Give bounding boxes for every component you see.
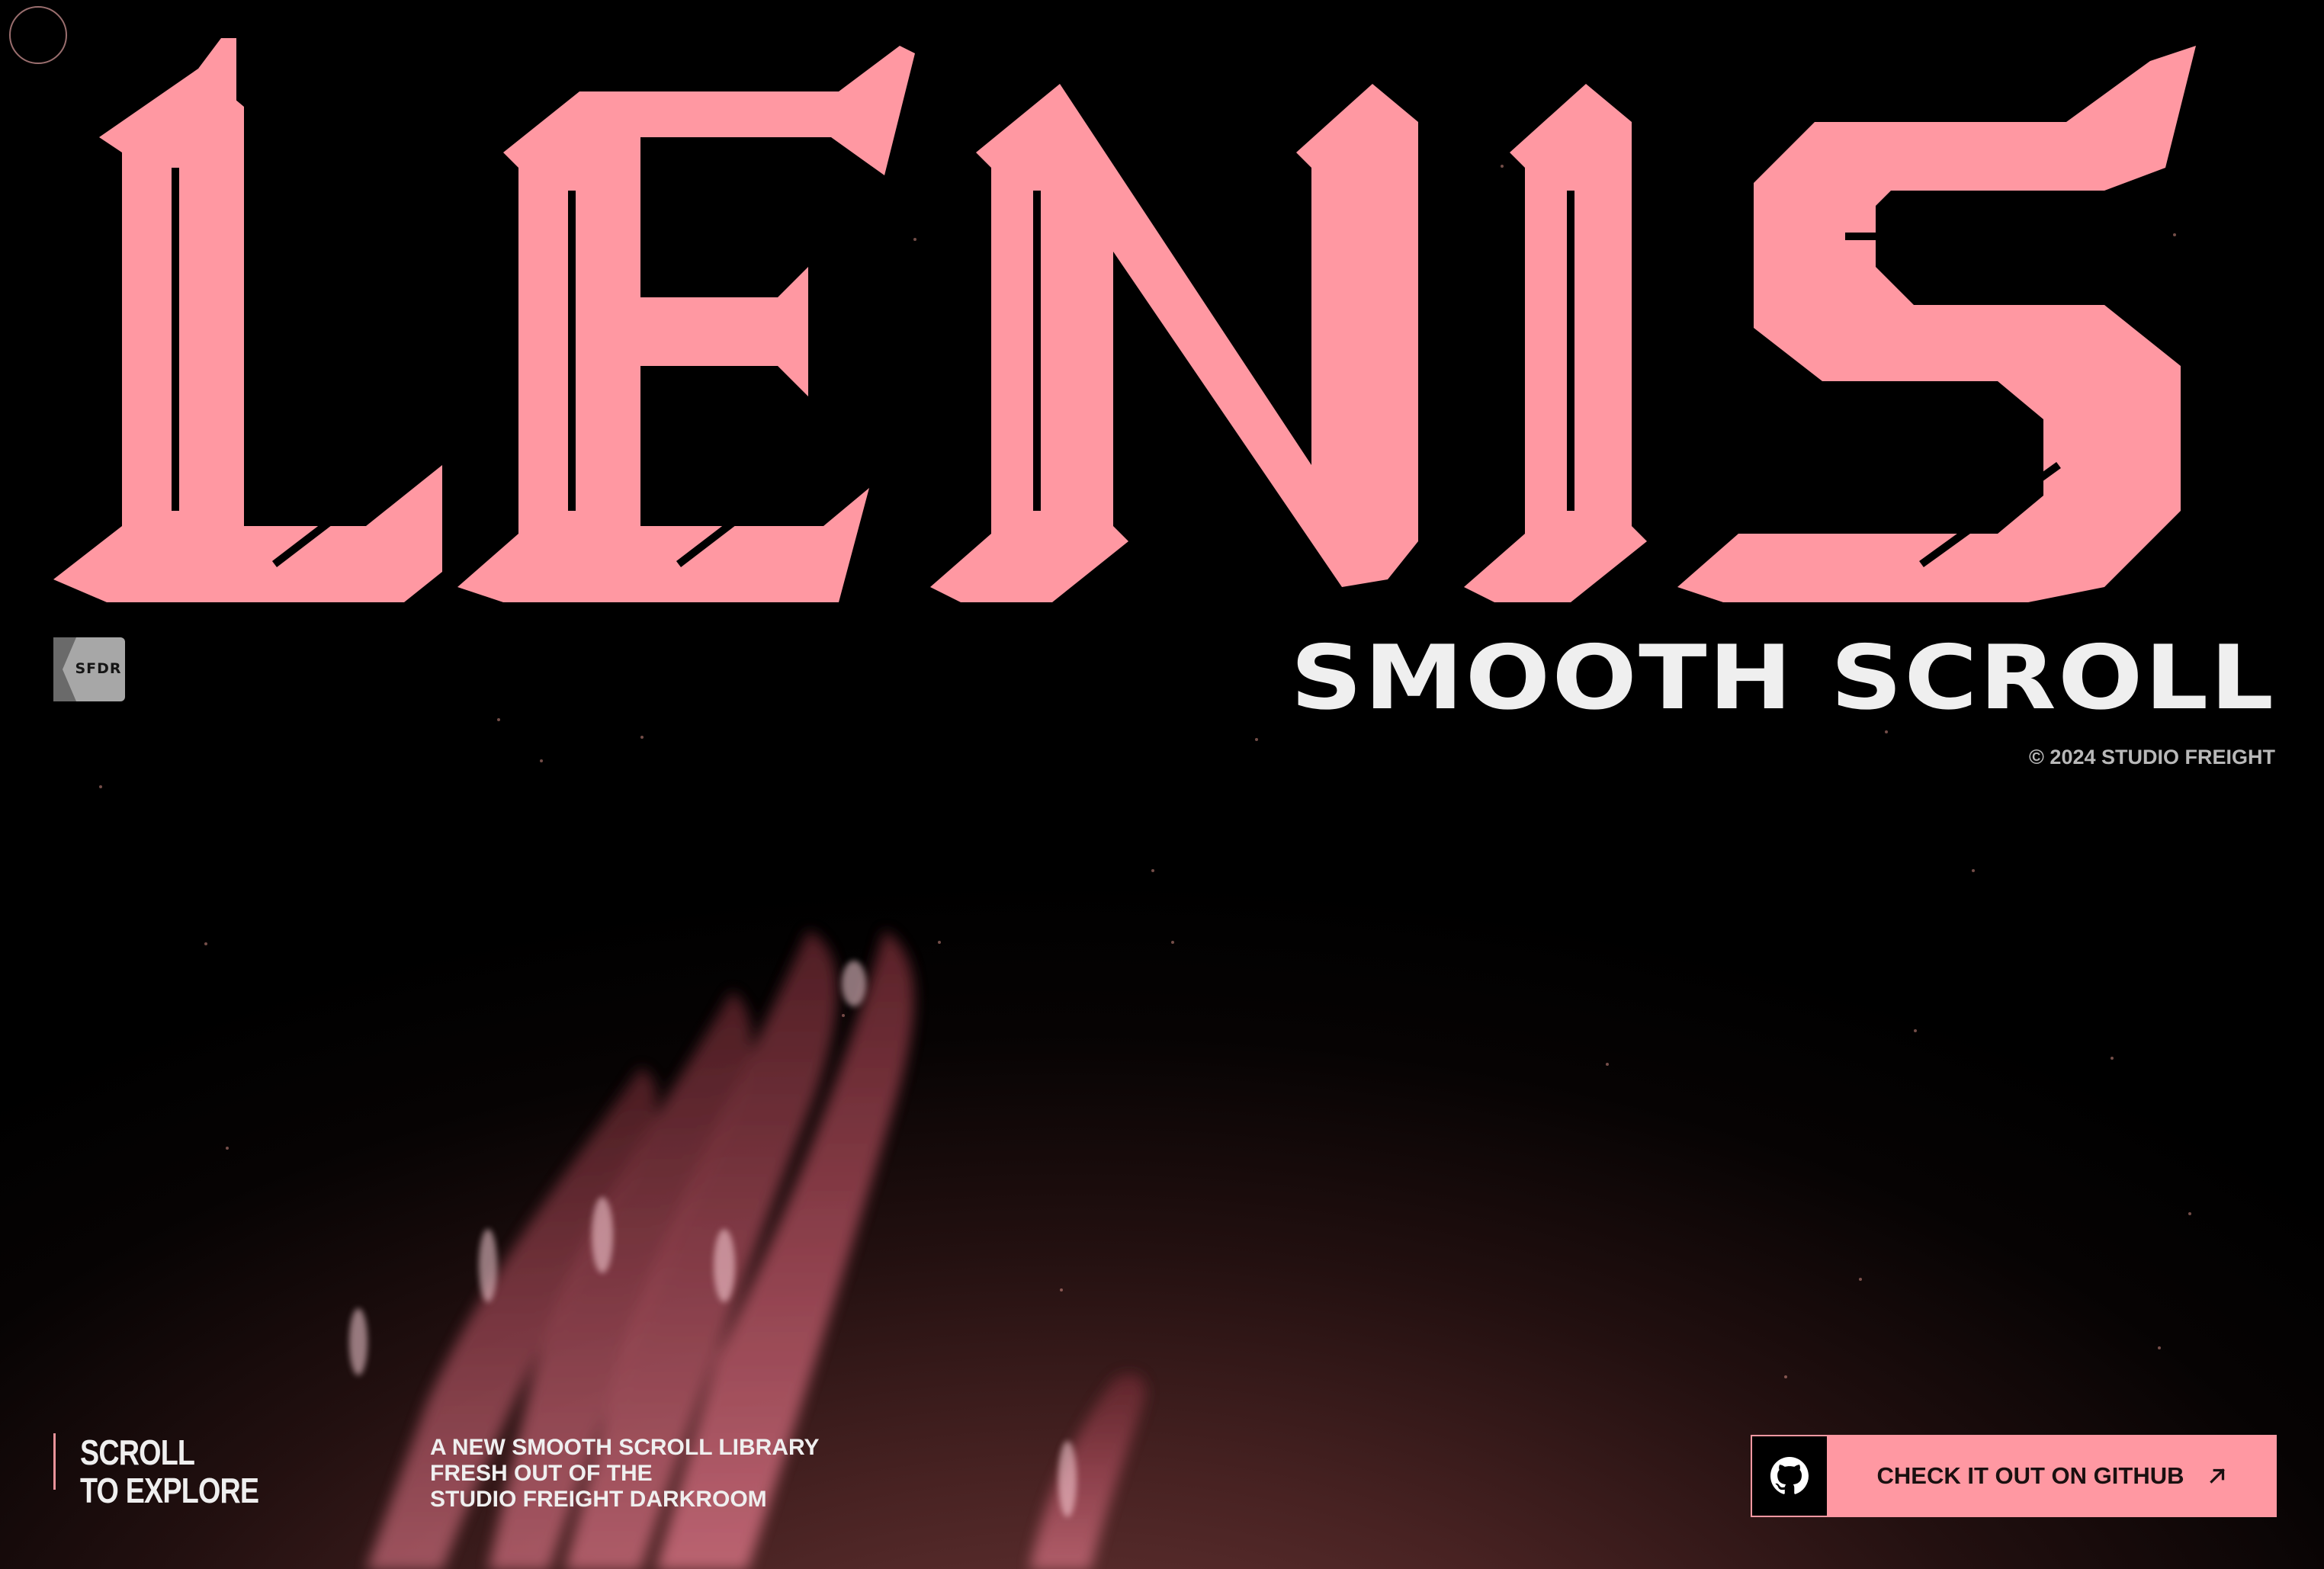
scroll-hint-line1: SCROLL (80, 1433, 195, 1472)
tagline-line1: A NEW SMOOTH SCROLL LIBRARY (430, 1435, 820, 1460)
github-button-label: CHECK IT OUT ON GITHUB (1876, 1462, 2184, 1489)
sfdr-badge-text: SFDR (75, 660, 122, 677)
lenis-logo-letters (53, 38, 2196, 602)
lenis-logo (53, 38, 2196, 602)
github-button[interactable]: CHECK IT OUT ON GITHUB (1751, 1435, 2277, 1517)
tagline: A NEW SMOOTH SCROLL LIBRARY FRESH OUT OF… (430, 1435, 820, 1513)
github-icon (1770, 1457, 1809, 1494)
github-icon-box[interactable] (1751, 1435, 1828, 1517)
copyright-text: © 2024 STUDIO FREIGHT (2029, 746, 2275, 768)
tagline-line3: STUDIO FREIGHT DARKROOM (430, 1487, 767, 1512)
scroll-hint-line2: TO EXPLORE (80, 1471, 259, 1510)
arrow-up-right-icon (2209, 1468, 2225, 1484)
sfdr-badge-notch (53, 637, 76, 701)
tagline-line2: FRESH OUT OF THE (430, 1461, 653, 1486)
hero-subtitle: SMOOTH SCROLL (1290, 627, 2275, 730)
github-label-box[interactable]: CHECK IT OUT ON GITHUB (1828, 1435, 2277, 1517)
sfdr-badge: SFDR (53, 637, 125, 701)
scroll-hint: SCROLL TO EXPLORE (53, 1433, 298, 1510)
